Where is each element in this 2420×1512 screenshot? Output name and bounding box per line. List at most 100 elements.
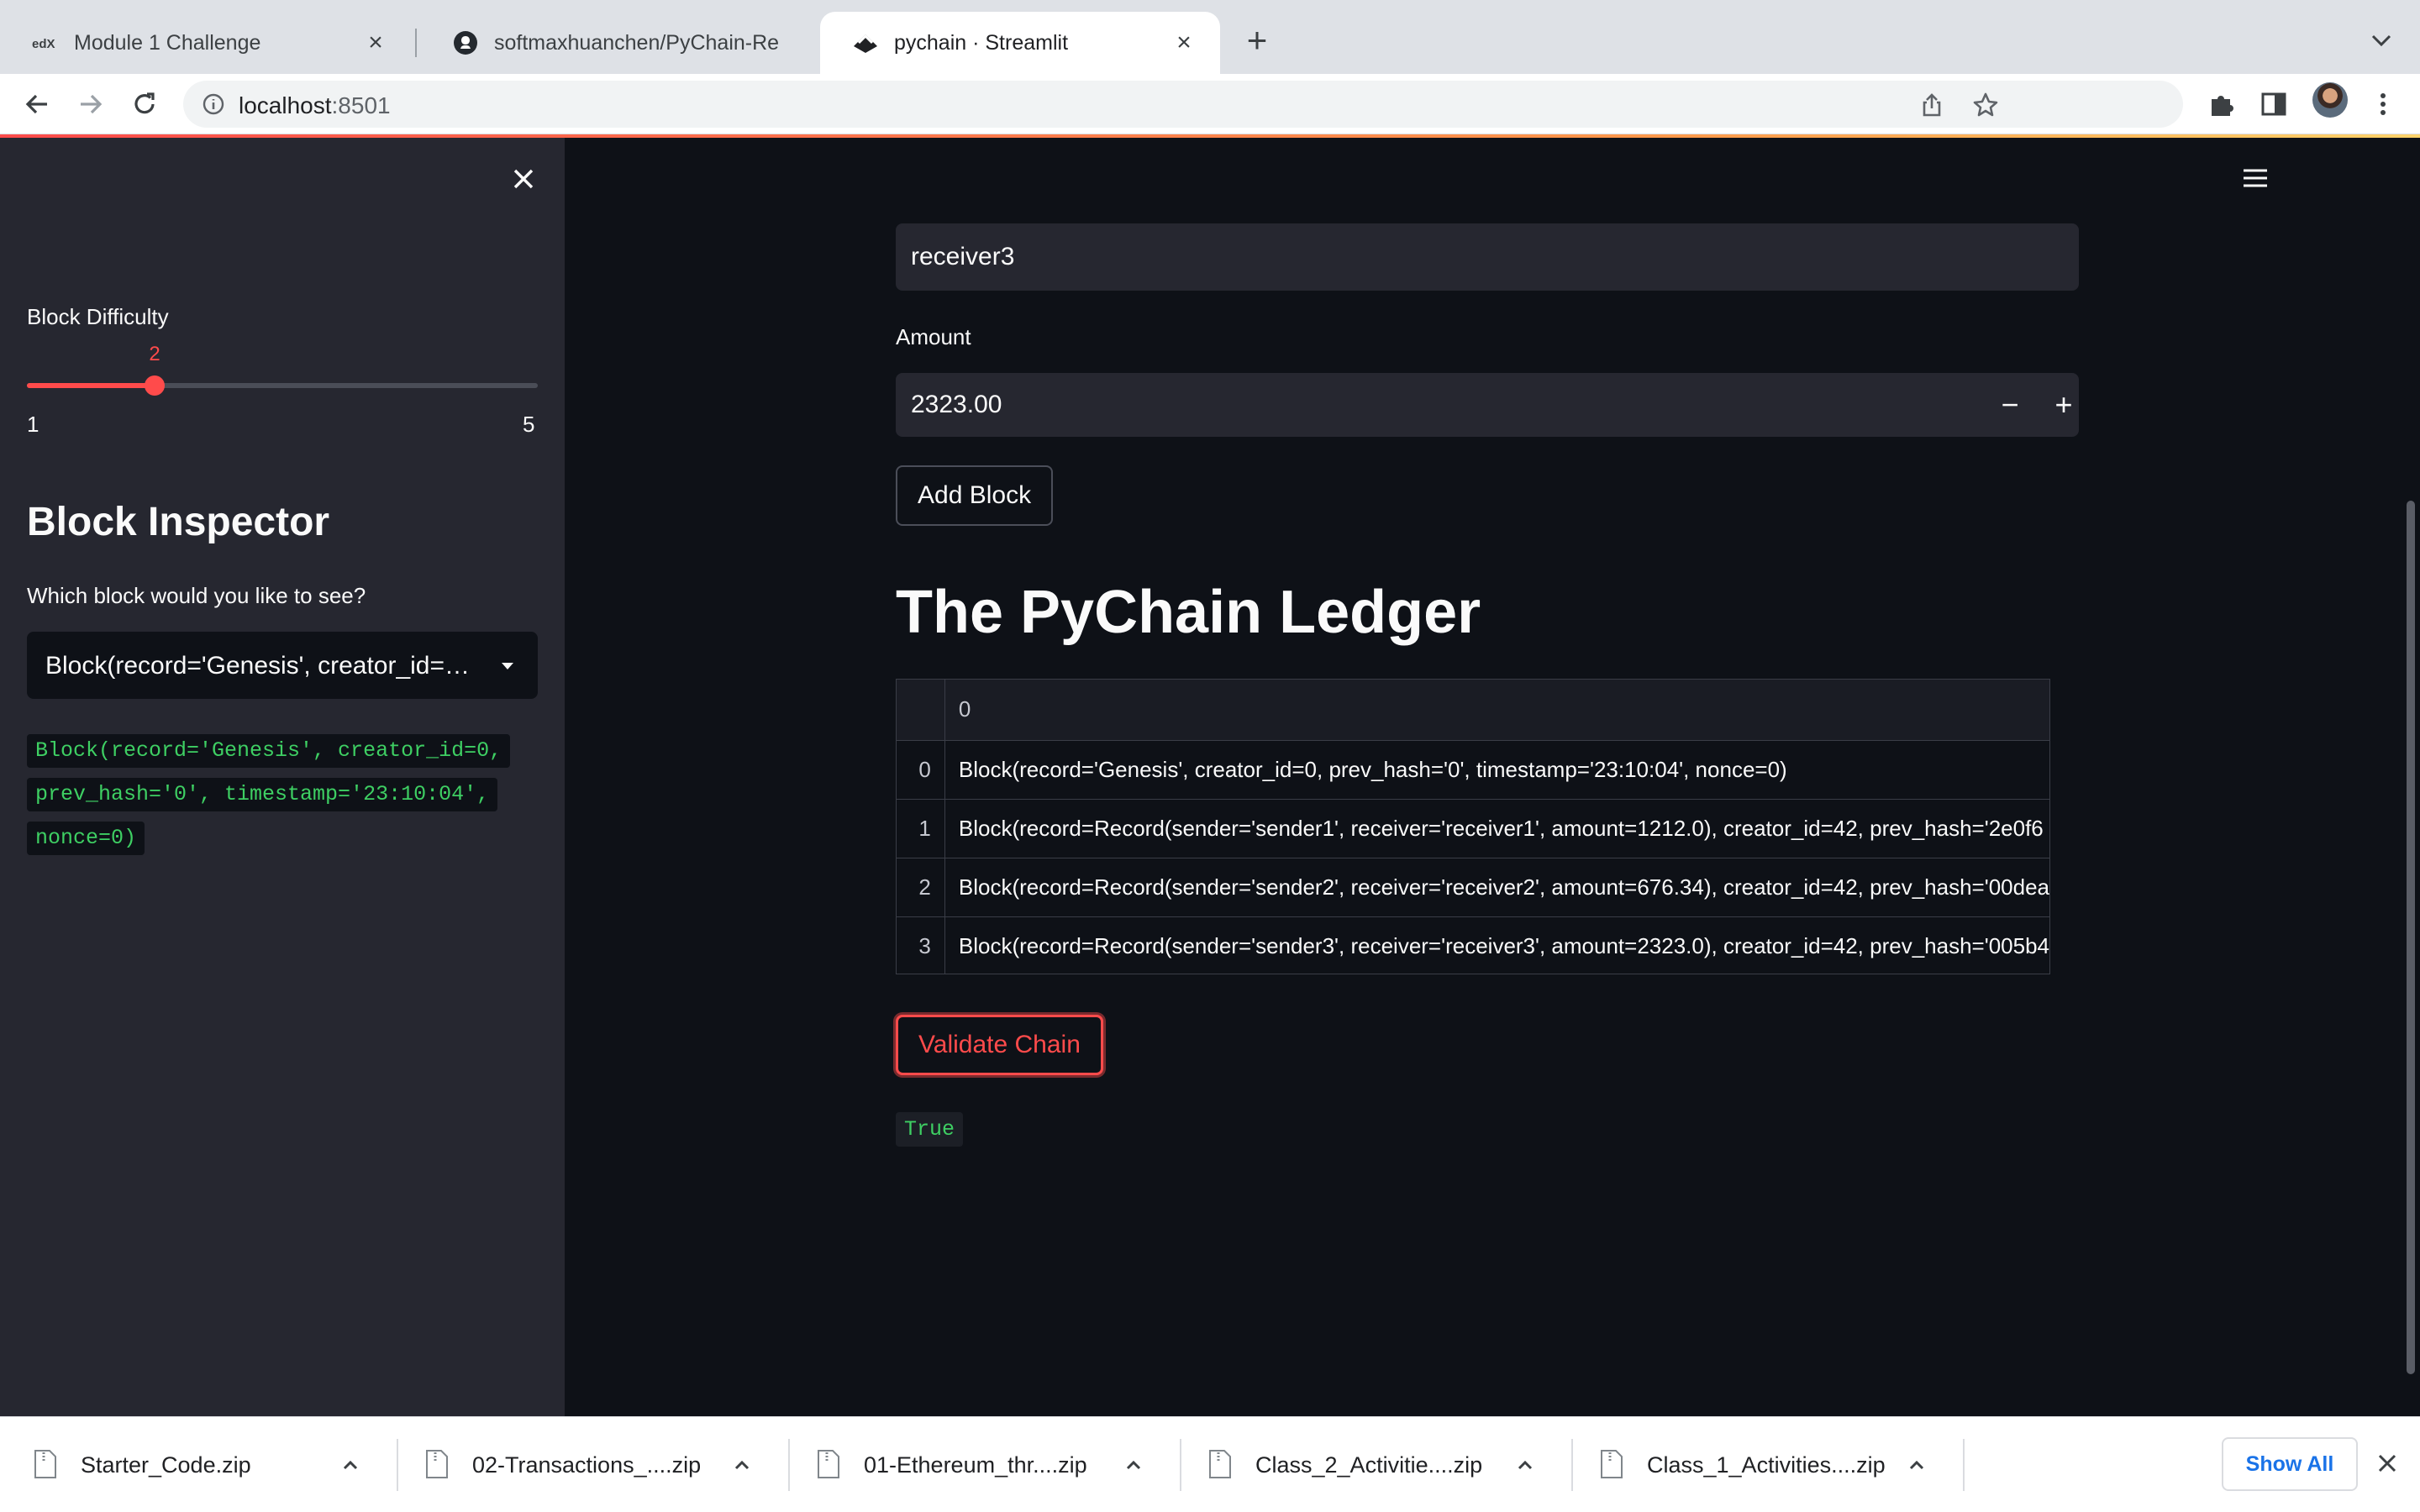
tab-title: pychain · Streamlit	[894, 30, 1069, 55]
column-header[interactable]: 0	[944, 680, 2049, 741]
code-line: prev_hash='0', timestamp='23:10:04',	[27, 778, 498, 811]
decrement-button[interactable]: −	[1991, 386, 2028, 423]
chevron-up-icon[interactable]	[1123, 1454, 1144, 1476]
download-separator	[1963, 1439, 1965, 1491]
zip-file-icon	[818, 1450, 839, 1478]
site-info-icon[interactable]	[202, 92, 225, 116]
validation-result: True	[896, 1112, 964, 1147]
hamburger-menu-icon[interactable]	[2240, 163, 2270, 193]
streamlit-icon	[852, 29, 879, 56]
ledger-title: The PyChain Ledger	[896, 579, 1481, 646]
download-item[interactable]: Class_1_Activities....zip	[1566, 1417, 1958, 1512]
tab-title: Module 1 Challenge	[74, 30, 261, 55]
download-filename: Class_2_Activitie....zip	[1255, 1452, 1483, 1478]
difficulty-slider-thumb[interactable]	[145, 375, 165, 396]
svg-text:edX: edX	[32, 37, 55, 51]
forward-icon[interactable]	[72, 86, 109, 123]
receiver-input-field[interactable]	[896, 223, 2079, 291]
validate-chain-button[interactable]: Validate Chain	[896, 1015, 1103, 1075]
block-inspector-heading: Block Inspector	[27, 500, 330, 544]
reload-icon[interactable]	[126, 86, 163, 123]
add-block-button[interactable]: Add Block	[896, 465, 1054, 526]
url-host: localhost	[239, 92, 332, 118]
block-selectbox[interactable]: Block(record='Genesis', creator_id=0, pr…	[27, 632, 538, 699]
difficulty-label: Block Difficulty	[27, 304, 169, 329]
table-header-row: 0	[897, 680, 2049, 741]
tab-github-pychain[interactable]: softmaxhuanchen/PyChain-Re	[420, 12, 823, 74]
row-index: 1	[897, 799, 945, 858]
url-port: :8501	[331, 92, 391, 118]
increment-button[interactable]: +	[2045, 386, 2082, 423]
ledger-table: 0 0 Block(record='Genesis', creator_id=0…	[897, 680, 2049, 974]
main-content: Amount − + Add Block The PyChain Ledger …	[565, 138, 2420, 1416]
table-row[interactable]: 3 Block(record=Record(sender='sender3', …	[897, 916, 2049, 974]
difficulty-slider-max: 5	[523, 412, 535, 437]
row-cell[interactable]: Block(record='Genesis', creator_id=0, pr…	[944, 740, 2049, 800]
back-icon[interactable]	[18, 86, 55, 123]
close-sidebar-icon[interactable]	[508, 163, 539, 195]
extensions-icon[interactable]	[2207, 89, 2237, 119]
amount-label: Amount	[896, 324, 971, 349]
tab-search-chevron-icon[interactable]	[2366, 25, 2396, 55]
download-item[interactable]: 02-Transactions_....zip	[392, 1417, 783, 1512]
download-filename: 02-Transactions_....zip	[472, 1452, 702, 1478]
row-cell[interactable]: Block(record=Record(sender='sender3', re…	[944, 916, 2049, 974]
amount-number-input[interactable]: − +	[896, 373, 2079, 437]
chevron-up-icon[interactable]	[339, 1454, 361, 1476]
row-index: 3	[897, 916, 945, 974]
bookmark-star-icon[interactable]	[1971, 91, 2000, 119]
download-item[interactable]: 01-Ethereum_thr....zip	[783, 1417, 1175, 1512]
code-line: nonce=0)	[27, 822, 145, 855]
zip-file-icon	[1601, 1450, 1623, 1478]
tab-separator	[415, 29, 417, 57]
row-cell[interactable]: Block(record=Record(sender='sender1', re…	[944, 799, 2049, 858]
side-panel-icon[interactable]	[2259, 89, 2289, 119]
url-text[interactable]: localhost:8501	[239, 92, 391, 119]
selected-block-code: Block(record='Genesis', creator_id=0, pr…	[27, 729, 531, 860]
browser-tab-strip: edX Module 1 Challenge × softmaxhuanchen…	[0, 0, 2420, 74]
difficulty-slider-min: 1	[27, 412, 39, 437]
download-filename: Starter_Code.zip	[81, 1452, 251, 1478]
download-shelf: Starter_Code.zip 02-Transactions_....zip…	[0, 1416, 2420, 1512]
difficulty-slider-value: 2	[149, 343, 160, 365]
tab-title: softmaxhuanchen/PyChain-Re	[494, 30, 780, 55]
table-row[interactable]: 0 Block(record='Genesis', creator_id=0, …	[897, 740, 2049, 800]
share-icon[interactable]	[1918, 91, 1946, 119]
browser-menu-icon[interactable]	[2368, 89, 2398, 119]
address-bar[interactable]: localhost:8501	[183, 81, 2183, 128]
code-line: Block(record='Genesis', creator_id=0,	[27, 734, 511, 768]
row-index: 2	[897, 858, 945, 917]
index-header	[897, 680, 945, 741]
block-select-label: Which block would you like to see?	[27, 583, 366, 608]
ledger-dataframe[interactable]: 0 0 Block(record='Genesis', creator_id=0…	[896, 679, 2050, 974]
close-tab-icon[interactable]: ×	[363, 29, 388, 56]
new-tab-button[interactable]: +	[1240, 23, 1274, 58]
caret-down-icon[interactable]	[497, 655, 518, 675]
receiver-input[interactable]	[896, 223, 2079, 291]
close-tab-icon[interactable]: ×	[1171, 29, 1197, 56]
sidebar: Block Difficulty 2 1 5 Block Inspector W…	[0, 138, 565, 1416]
block-select-value: Block(record='Genesis', creator_id=0, pr…	[45, 652, 482, 680]
row-cell[interactable]: Block(record=Record(sender='sender2', re…	[944, 858, 2049, 917]
table-row[interactable]: 1 Block(record=Record(sender='sender1', …	[897, 799, 2049, 858]
chevron-up-icon[interactable]	[1906, 1454, 1928, 1476]
profile-avatar[interactable]	[2312, 82, 2348, 118]
browser-toolbar: localhost:8501	[0, 74, 2420, 134]
tab-module-1-challenge[interactable]: edX Module 1 Challenge ×	[0, 12, 412, 74]
amount-input-field[interactable]	[896, 373, 1954, 437]
zip-file-icon	[426, 1450, 448, 1478]
row-index: 0	[897, 740, 945, 800]
difficulty-slider-fill	[27, 383, 155, 388]
download-item[interactable]: Starter_Code.zip	[0, 1417, 392, 1512]
chevron-up-icon[interactable]	[1514, 1454, 1536, 1476]
chevron-up-icon[interactable]	[731, 1454, 753, 1476]
download-filename: 01-Ethereum_thr....zip	[864, 1452, 1087, 1478]
close-shelf-icon[interactable]	[2375, 1451, 2400, 1476]
download-item[interactable]: Class_2_Activitie....zip	[1175, 1417, 1566, 1512]
github-icon	[452, 29, 479, 56]
table-row[interactable]: 2 Block(record=Record(sender='sender2', …	[897, 858, 2049, 917]
edx-icon: edX	[32, 29, 59, 56]
tab-pychain-streamlit[interactable]: pychain · Streamlit ×	[820, 12, 1220, 74]
show-all-downloads-button[interactable]: Show All	[2222, 1437, 2358, 1491]
main-scrollbar[interactable]	[2407, 501, 2415, 1374]
